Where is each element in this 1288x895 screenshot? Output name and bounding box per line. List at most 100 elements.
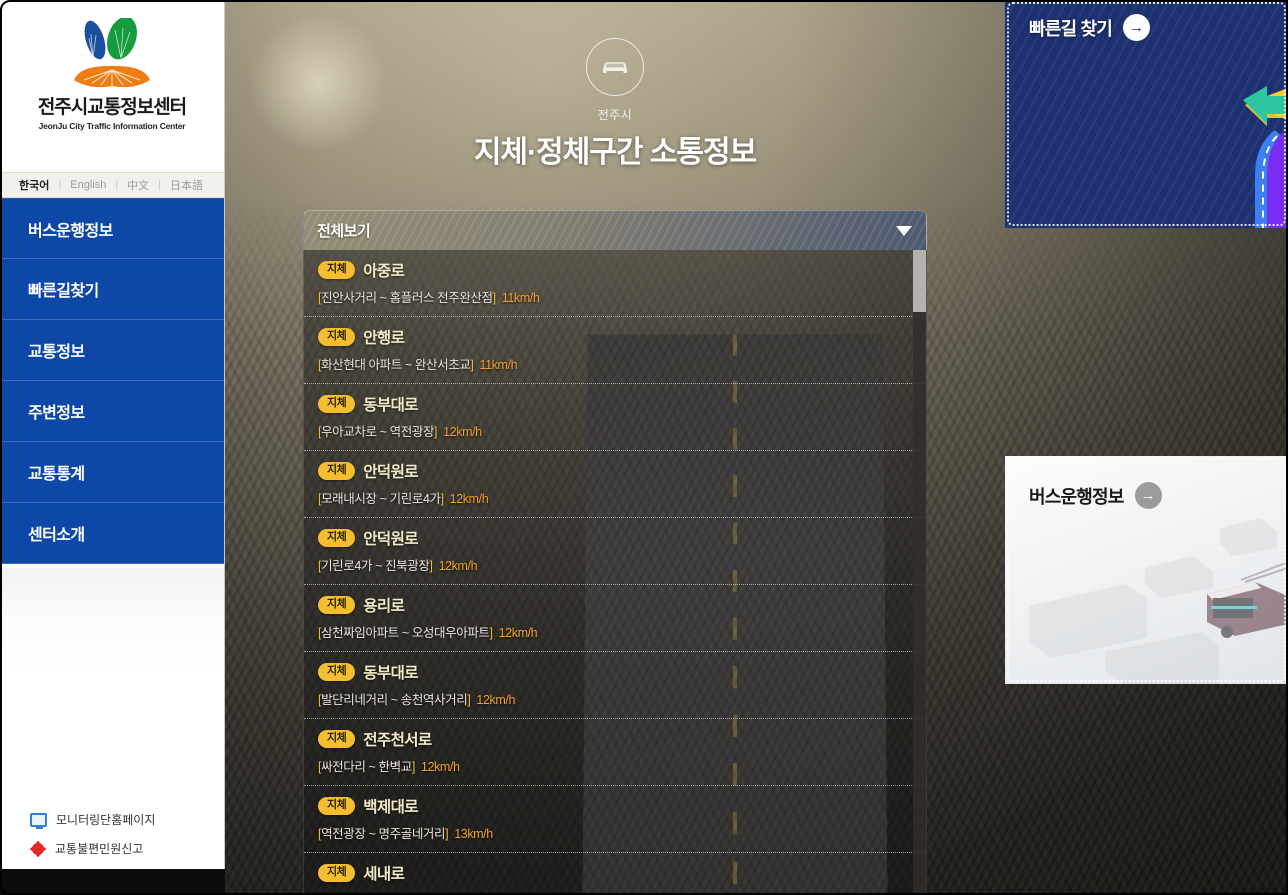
sidebar-link-0[interactable]: 모니터링단홈페이지 (30, 811, 155, 829)
segment-to: 송천역사거리 (400, 693, 468, 707)
page-title: 지체·정체구간 소통정보 (473, 136, 757, 169)
card-bus-info[interactable]: 버스운행정보 → (1005, 456, 1288, 684)
speed-value: 13km/h (454, 827, 493, 841)
bracket-close: ] (470, 358, 474, 372)
road-name: 동부대로 (363, 665, 418, 682)
sidebar-item-3[interactable]: 주변정보 (0, 381, 224, 442)
segment-from: 역전광장 (321, 827, 366, 841)
quick-link-cards: 빠른길 찾기 → 버스운행정보 → (1005, 0, 1288, 895)
sidebar-item-label: 주변정보 (28, 405, 85, 422)
segment-to: 한벽교 (378, 760, 413, 774)
row-detail: [우아교차로 ~ 역전광장] 12km/h (318, 421, 926, 440)
sidebar-item-2[interactable]: 교통정보 (0, 320, 224, 381)
arrow-right-icon[interactable]: → (1134, 482, 1162, 509)
sidebar-item-4[interactable]: 교통통계 (0, 442, 224, 503)
sidebar-item-label: 교통통계 (28, 466, 85, 483)
speed-value: 12km/h (449, 492, 489, 506)
table-row[interactable]: 지체 동부대로 [발단리네거리 ~ 송천역사거리] 12km/h (304, 652, 926, 719)
row-detail: [모래내시장 ~ 기린로4가] 12km/h (318, 488, 926, 507)
sidebar-footer-bar (0, 869, 225, 895)
lang-2[interactable]: 中文 (118, 177, 158, 193)
sidebar-item-label: 센터소개 (28, 527, 85, 544)
sidebar-link-1[interactable]: 교통불편민원신고 (30, 840, 155, 857)
segment-from: 모래내시장 (321, 492, 377, 506)
sidebar-item-5[interactable]: 센터소개 (0, 503, 224, 564)
bracket-close: ] (489, 626, 493, 640)
table-row[interactable]: 지체 전주천서로 [싸전다리 ~ 한벽교] 12km/h (304, 719, 926, 786)
language-bar: 한국어 | English | 中文 | 日本語 (0, 172, 224, 198)
filter-dropdown[interactable]: 전체보기 (303, 210, 927, 250)
page-header: 전주시 지체·정체구간 소통정보 (225, 0, 1005, 200)
table-row[interactable]: 지체 안덕원로 [기린로4가 ~ 진북광장] 12km/h (304, 518, 926, 585)
scrollbar-thumb[interactable] (913, 250, 926, 312)
segment-tilde: ~ (376, 492, 390, 506)
sidebar-item-label: 교통정보 (28, 344, 85, 361)
sidebar-item-label: 버스운행정보 (28, 222, 113, 240)
table-row[interactable]: 지체 백제대로 [역전광장 ~ 명주골네거리] 13km/h (304, 786, 926, 853)
road-name: 아중로 (363, 263, 405, 280)
segment-from: 싸전다리 (321, 760, 366, 774)
segment-from: 화산현대 아파트 (321, 358, 402, 372)
car-icon (586, 38, 644, 96)
segment-tilde: ~ (372, 559, 386, 573)
table-row[interactable]: 지체 안행로 [화산현대 아파트 ~ 완산서초교] 11km/h (304, 317, 926, 384)
segment-to: 역전광장 (389, 425, 435, 439)
status-badge: 지체 (318, 864, 356, 882)
card-fast-route[interactable]: 빠른길 찾기 → (1005, 0, 1288, 228)
bracket-close: ] (411, 760, 415, 774)
status-badge: 지체 (318, 596, 356, 614)
segment-from: 기린로4가 (321, 559, 373, 573)
segment-to: 기린로4가 (389, 492, 441, 506)
status-badge: 지체 (318, 663, 356, 681)
row-detail: [역전광장 ~ 명주골네거리] 13km/h (318, 823, 926, 842)
arrow-right-icon[interactable]: → (1123, 14, 1151, 41)
lang-1[interactable]: English (61, 179, 115, 191)
lang-0[interactable]: 한국어 (10, 177, 58, 193)
card-bus-info-title: 버스운행정보 (1029, 486, 1124, 507)
sidebar-item-label: 빠른길찾기 (28, 283, 99, 300)
road-name: 안덕원로 (363, 531, 418, 548)
status-badge: 지체 (318, 395, 356, 413)
filter-label: 전체보기 (317, 223, 371, 240)
row-detail: [삼천짜임아파트 ~ 오성대우아파트] 12km/h (318, 622, 926, 641)
speed-value: 12km/h (420, 760, 460, 774)
sidebar-item-1[interactable]: 빠른길찾기 (0, 259, 224, 320)
speed-value: 12km/h (498, 626, 538, 640)
lang-3[interactable]: 日本語 (161, 177, 212, 193)
segment-from: 우아교차로 (321, 425, 377, 439)
segment-tilde: ~ (387, 693, 401, 707)
status-badge: 지체 (318, 261, 356, 279)
fan-leaf-logo-icon (60, 16, 164, 92)
status-badge: 지체 (318, 328, 356, 346)
congestion-list[interactable]: 지체 아중로 [진안사거리 ~ 홈플러스 전주완산점] 11km/h 지체 안행로 [화산현… (303, 250, 927, 895)
row-detail: [화산현대 아파트 ~ 완산서초교] 11km/h (318, 354, 926, 373)
card-fast-route-title: 빠른길 찾기 (1029, 18, 1113, 39)
sidebar-filler (0, 568, 224, 835)
table-row[interactable]: 지체 세내로 (304, 853, 926, 895)
table-row[interactable]: 지체 안덕원로 [모래내시장 ~ 기린로4가] 12km/h (304, 451, 926, 518)
list-scrollbar[interactable] (913, 250, 926, 895)
status-badge: 지체 (318, 462, 356, 480)
brand-logo[interactable]: 전주시교통정보센터 JeonJu City Traffic Informatio… (0, 0, 224, 172)
segment-to: 오성대우아파트 (411, 626, 490, 640)
segment-from: 진안사거리 (321, 291, 377, 305)
browser-viewport: 전주시 지체·정체구간 소통정보 전체보기 지체 아중로 [진안사거리 ~ 홈플러스… (0, 0, 1288, 895)
status-badge: 지체 (318, 529, 356, 547)
sidebar-link-label: 교통불편민원신고 (55, 842, 144, 856)
road-name: 용리로 (363, 598, 405, 615)
segment-from: 발단리네거리 (321, 693, 388, 707)
speed-value: 11km/h (479, 358, 518, 372)
segment-to: 진북광장 (385, 559, 430, 573)
speed-value: 12km/h (476, 693, 516, 707)
bracket-close: ] (429, 559, 433, 573)
segment-to: 완산서초교 (414, 358, 471, 372)
sidebar-item-0[interactable]: 버스운행정보 (0, 198, 224, 259)
table-row[interactable]: 지체 동부대로 [우아교차로 ~ 역전광장] 12km/h (304, 384, 926, 451)
bracket-close: ] (445, 827, 449, 841)
row-detail: [발단리네거리 ~ 송천역사거리] 12km/h (318, 689, 926, 708)
table-row[interactable]: 지체 용리로 [삼천짜임아파트 ~ 오성대우아파트] 12km/h (304, 585, 926, 652)
table-row[interactable]: 지체 아중로 [진안사거리 ~ 홈플러스 전주완산점] 11km/h (304, 250, 926, 317)
chevron-down-icon[interactable] (896, 225, 912, 236)
sidebar-bottom-links: 모니터링단홈페이지교통불편민원신고 (30, 811, 155, 869)
segment-to: 홈플러스 전주완산점 (389, 291, 493, 305)
